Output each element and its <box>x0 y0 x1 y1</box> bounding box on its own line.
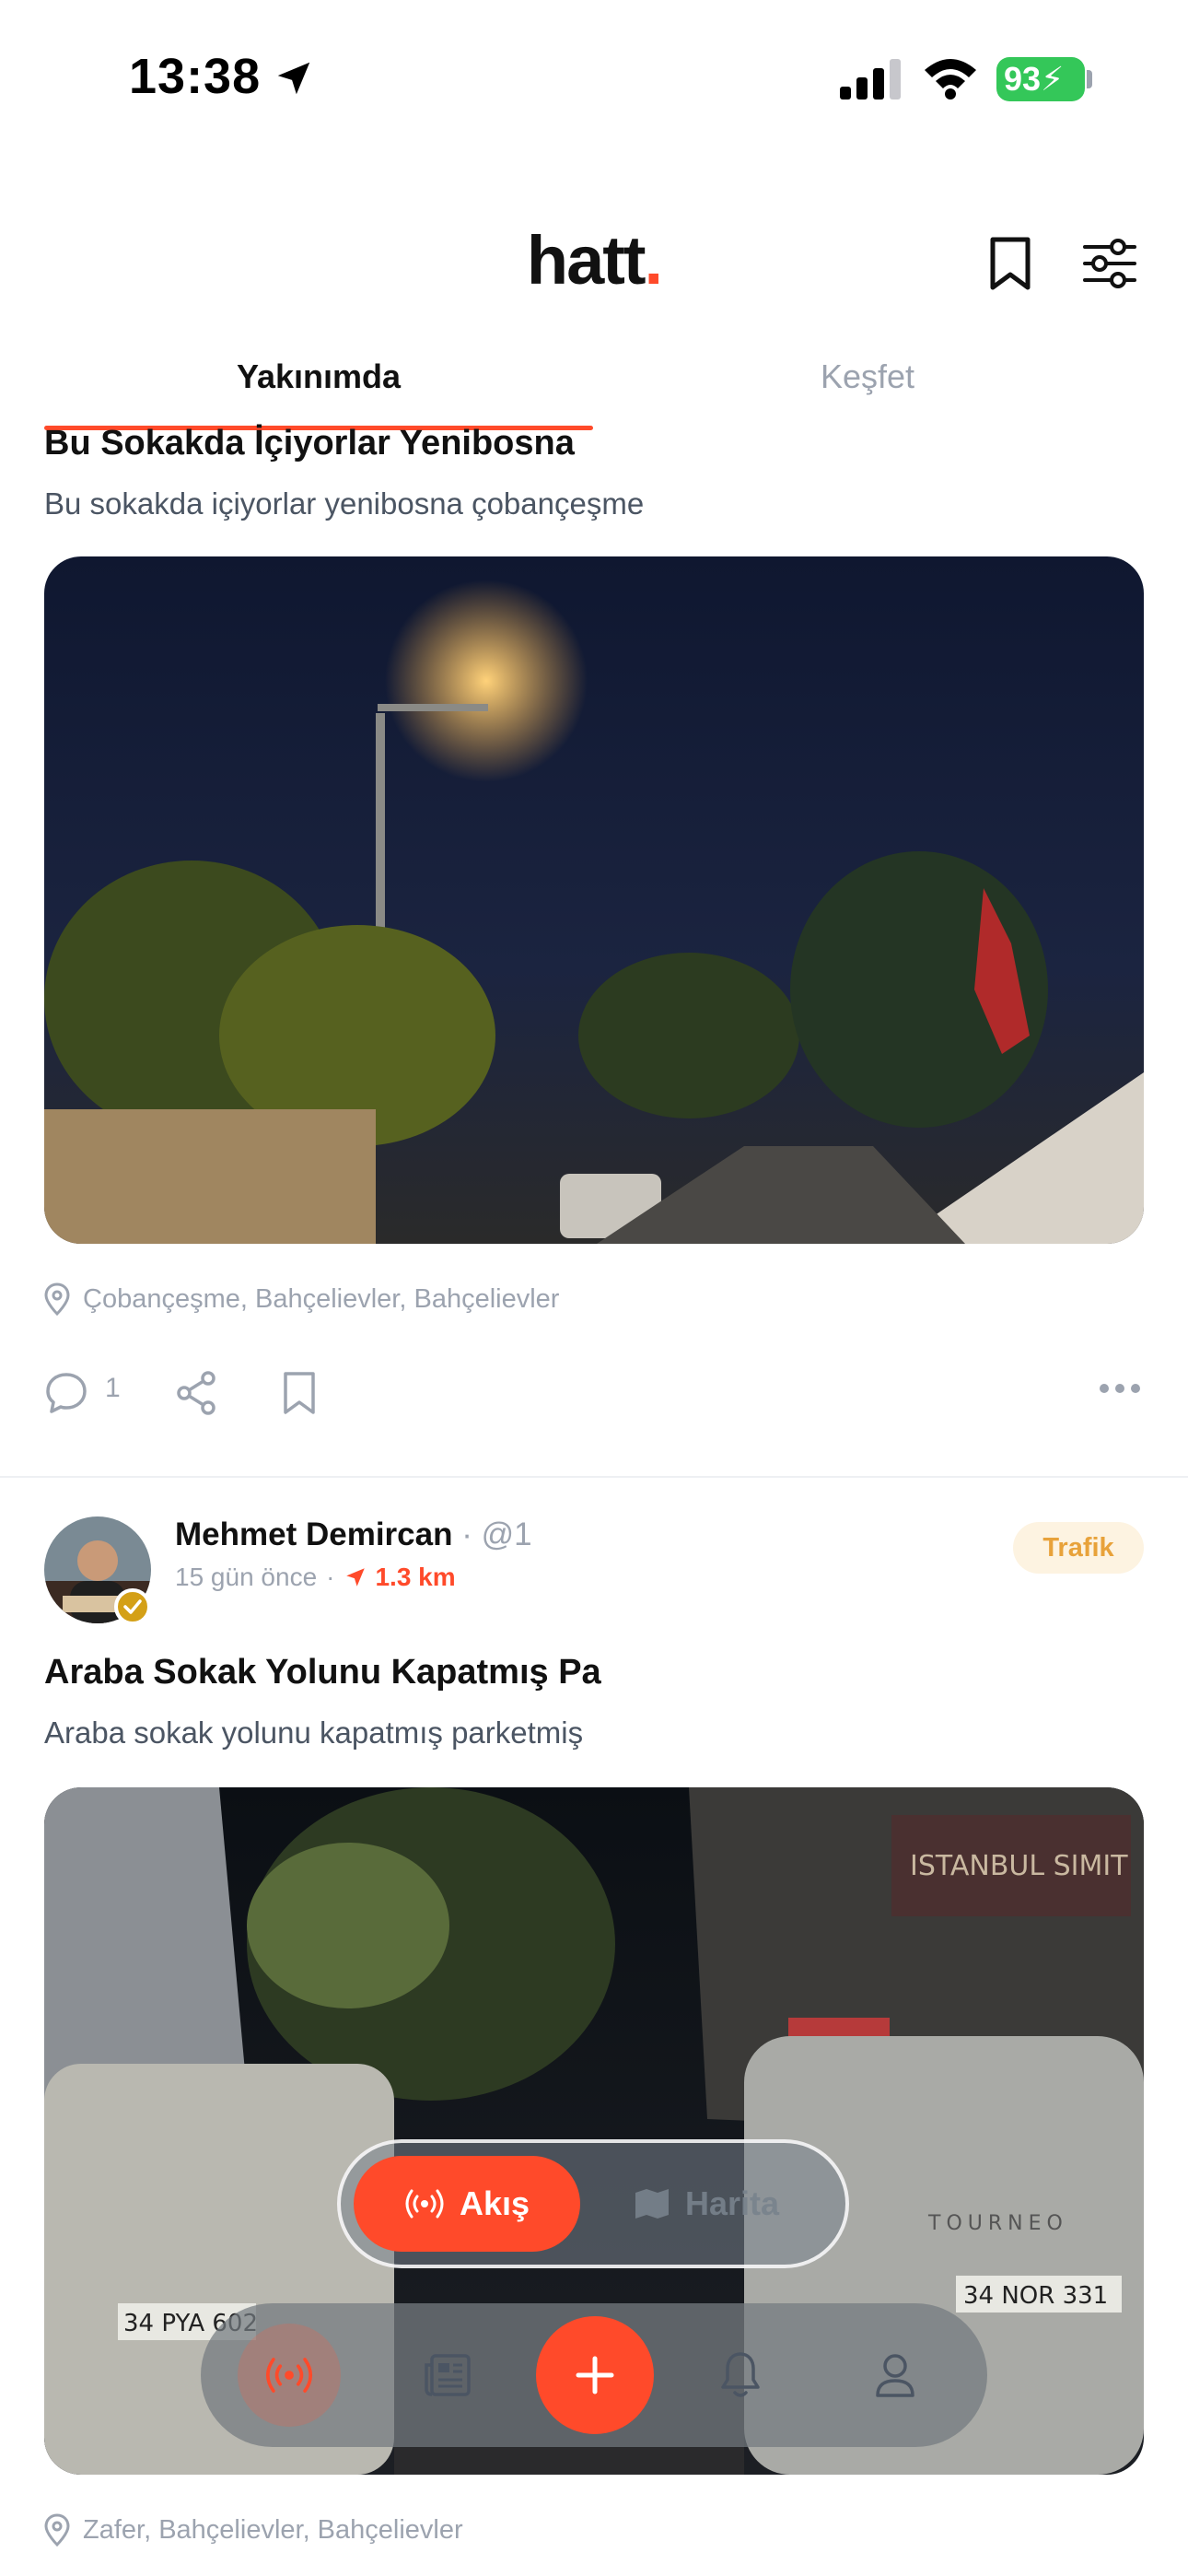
bookmarks-icon[interactable] <box>987 236 1033 291</box>
direction-arrow-icon <box>346 1568 366 1587</box>
map-pin-icon <box>44 1282 70 1316</box>
map-icon <box>635 2189 669 2219</box>
post-location: Zafer, Bahçelievler, Bahçelievler <box>44 2512 463 2548</box>
location-text: Çobançeşme, Bahçelievler, Bahçelievler <box>83 1283 560 1314</box>
distance: 1.3 km <box>344 1563 456 1592</box>
time-ago: 15 gün önce <box>175 1563 318 1591</box>
status-bar: 13:38 93⚡ <box>0 0 1188 157</box>
plus-icon <box>576 2356 614 2395</box>
map-pin-icon <box>44 2513 70 2547</box>
post-meta: 15 gün önce · 1.3 km <box>175 1563 456 1592</box>
comment-icon[interactable] <box>44 1371 88 1415</box>
view-toggle: Akış Harita <box>337 2139 849 2268</box>
post-description: Araba sokak yolunu kapatmış parketmiş <box>44 1715 584 1750</box>
verified-badge-icon <box>114 1588 151 1625</box>
post-title[interactable]: Araba Sokak Yolunu Kapatmış Pa <box>44 1653 601 1692</box>
status-time: 13:38 <box>129 49 262 104</box>
nav-notifications[interactable] <box>689 2324 792 2427</box>
map-toggle-button[interactable]: Harita <box>611 2156 838 2252</box>
filter-sliders-icon[interactable] <box>1083 238 1136 289</box>
broadcast-icon <box>405 2189 444 2219</box>
newspaper-icon <box>425 2354 471 2396</box>
flow-toggle-button[interactable]: Akış <box>354 2156 580 2252</box>
post-image[interactable] <box>44 556 1144 1244</box>
post-title[interactable]: Bu Sokakda İçiyorlar Yenibosna <box>44 424 575 463</box>
tab-nearby[interactable]: Yakınımda <box>44 357 593 396</box>
bottom-nav <box>201 2303 987 2447</box>
post-description: Bu sokakda içiyorlar yenibosna çobançeşm… <box>44 486 645 521</box>
nav-feed[interactable] <box>238 2324 341 2427</box>
nav-news[interactable] <box>396 2324 499 2427</box>
bell-icon <box>721 2352 760 2397</box>
van-text: TOURNEO <box>927 2212 1068 2235</box>
post-actions: 1 <box>44 1365 1144 1421</box>
location-text: Zafer, Bahçelievler, Bahçelievler <box>83 2514 463 2545</box>
author-name[interactable]: Mehmet Demircan · @1 <box>175 1516 532 1553</box>
nav-profile[interactable] <box>844 2324 947 2427</box>
more-options-icon[interactable] <box>1098 1382 1142 1395</box>
feed-tabs: Yakınımda Keşfet <box>0 341 1188 433</box>
cellular-signal-icon <box>840 59 901 100</box>
wifi-icon <box>925 59 976 100</box>
plate-right: 34 NOR 331 <box>963 2282 1108 2310</box>
app-header: hatt. <box>0 203 1188 322</box>
share-icon[interactable] <box>177 1371 217 1415</box>
add-post-button[interactable] <box>536 2316 654 2434</box>
post-location: Çobançeşme, Bahçelievler, Bahçelievler <box>44 1281 559 1317</box>
tab-explore[interactable]: Keşfet <box>593 357 1142 396</box>
store-sign: ISTANBUL SIMIT <box>910 1850 1128 1882</box>
user-icon <box>876 2354 914 2397</box>
battery-cap <box>1087 70 1092 88</box>
category-badge[interactable]: Trafik <box>1013 1522 1144 1574</box>
bookmark-icon[interactable] <box>282 1371 317 1415</box>
battery-indicator: 93⚡ <box>996 57 1085 101</box>
location-arrow-icon <box>277 62 310 95</box>
author-handle: · @1 <box>461 1516 532 1552</box>
post-divider <box>0 1476 1188 1478</box>
comment-count: 1 <box>105 1373 121 1403</box>
broadcast-icon <box>265 2358 313 2393</box>
